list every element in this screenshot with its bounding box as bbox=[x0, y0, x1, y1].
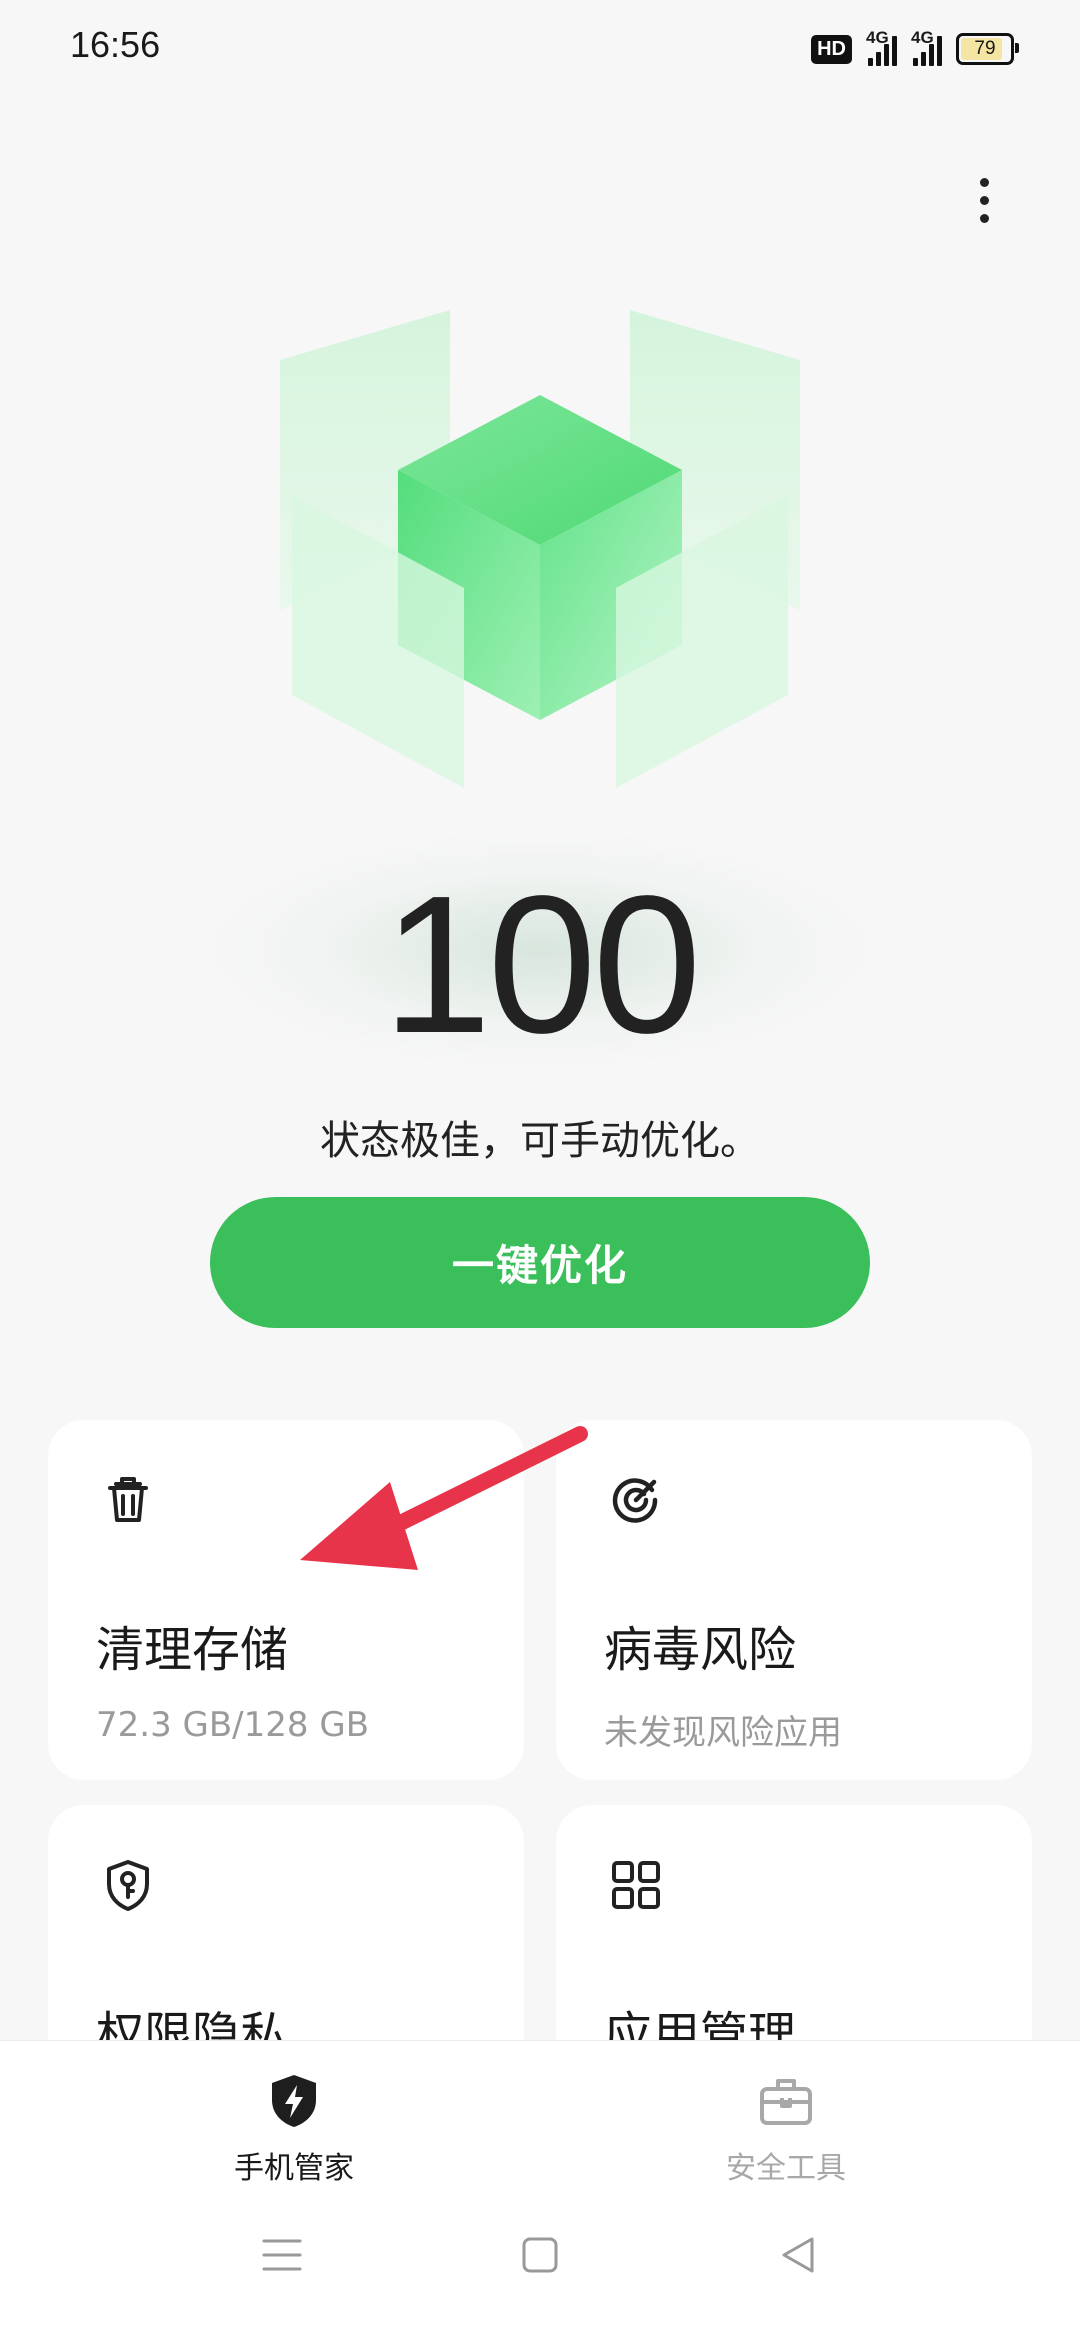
status-icons: HD 4G 4G 79 bbox=[811, 28, 1019, 68]
battery-level: 79 bbox=[974, 38, 996, 59]
grid-icon bbox=[612, 1861, 660, 1909]
signal-1-label: 4G bbox=[866, 28, 889, 47]
menu-icon[interactable] bbox=[252, 2230, 312, 2280]
radar-icon bbox=[612, 1478, 658, 1523]
status-bar: 16:56 HD 4G 4G 79 bbox=[0, 0, 1080, 96]
tab-label: 手机管家 bbox=[234, 2151, 354, 2186]
card-subtitle: 未发现风险应用 bbox=[604, 1713, 842, 1753]
battery-icon: 79 bbox=[956, 33, 1019, 65]
one-tap-optimize-button[interactable]: 一键优化 bbox=[210, 1197, 870, 1328]
card-title: 病毒风险 bbox=[604, 1622, 797, 1678]
shield-bolt-icon bbox=[272, 2075, 316, 2127]
trash-icon bbox=[108, 1477, 148, 1522]
toolbox-icon bbox=[760, 2079, 812, 2125]
card-subtitle: 72.3 GB/128 GB bbox=[96, 1705, 370, 1745]
score-status-text: 状态极佳，可手动优化。 bbox=[320, 1118, 760, 1164]
tab-phone-manager[interactable]: 手机管家 bbox=[174, 2071, 414, 2187]
home-icon[interactable] bbox=[510, 2230, 570, 2280]
card-title: 清理存储 bbox=[96, 1622, 289, 1678]
tab-label: 安全工具 bbox=[726, 2151, 846, 2186]
signal-2-label: 4G bbox=[911, 28, 934, 47]
tab-security-tools[interactable]: 安全工具 bbox=[666, 2071, 906, 2187]
annotation-arrow bbox=[300, 1426, 588, 1570]
signal-1-icon: 4G bbox=[866, 28, 897, 66]
back-icon[interactable] bbox=[768, 2230, 828, 2280]
bottom-navigation: 手机管家 安全工具 bbox=[0, 2040, 1080, 2341]
cube-illustration bbox=[280, 310, 800, 788]
score-value: 100 bbox=[382, 855, 701, 1074]
shield-key-icon bbox=[107, 1860, 149, 1911]
hd-badge: HD bbox=[811, 34, 852, 64]
signal-2-icon: 4G bbox=[911, 28, 942, 66]
more-vertical-icon[interactable] bbox=[960, 170, 1008, 230]
virus-risk-card[interactable]: 病毒风险 未发现风险应用 bbox=[556, 1420, 1032, 1780]
status-time: 16:56 bbox=[70, 24, 161, 65]
